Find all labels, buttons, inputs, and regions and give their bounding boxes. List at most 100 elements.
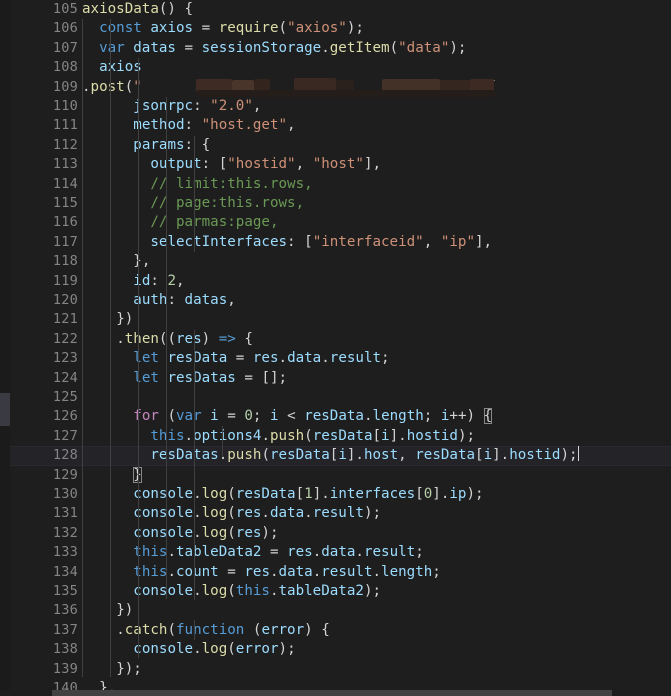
- line-number: 132: [52, 524, 78, 541]
- code-line-text[interactable]: console.log(error);: [82, 640, 295, 659]
- line-number: 124: [52, 369, 78, 386]
- code-line[interactable]: 109 .post(" ", {: [0, 78, 671, 97]
- code-line-text[interactable]: selectInterfaces: ["interfaceid", "ip"],: [82, 233, 492, 252]
- line-number: 116: [52, 214, 78, 231]
- code-line-text[interactable]: console.log(this.tableData2);: [82, 582, 381, 601]
- code-line-text[interactable]: console.log(res);: [82, 524, 278, 543]
- code-line-text[interactable]: id: 2,: [82, 272, 184, 291]
- code-line[interactable]: 117 selectInterfaces: ["interfaceid", "i…: [0, 233, 671, 252]
- line-number: 118: [52, 253, 78, 270]
- code-line-text[interactable]: this.options4.push(resData[i].hostid);: [82, 427, 475, 446]
- code-line-text[interactable]: }): [82, 310, 133, 329]
- code-line-text[interactable]: // page:this.rows,: [82, 194, 304, 213]
- line-number: 137: [52, 621, 78, 638]
- code-line[interactable]: 121 }): [0, 310, 671, 329]
- code-line[interactable]: 120 auth: datas,: [0, 291, 671, 310]
- line-number: 119: [52, 272, 78, 289]
- code-line[interactable]: 125: [0, 388, 671, 407]
- code-line[interactable]: 139 });: [0, 660, 671, 679]
- code-line[interactable]: 111 method: "host.get",: [0, 116, 671, 135]
- code-line-text[interactable]: for (var i = 0; i < resData.length; i++)…: [82, 407, 493, 426]
- code-line[interactable]: 134 this.count = res.data.result.length;: [0, 563, 671, 582]
- code-line[interactable]: 119 id: 2,: [0, 272, 671, 291]
- code-line[interactable]: 122 .then((res) => {: [0, 330, 671, 349]
- code-editor[interactable]: 105 axiosData() {106 const axios = requir…: [0, 0, 671, 696]
- code-line-text[interactable]: resDatas.push(resData[i].host, resData[i…: [82, 446, 579, 465]
- code-line[interactable]: 133 this.tableData2 = res.data.result;: [0, 543, 671, 562]
- code-line-text[interactable]: .then((res) => {: [82, 330, 253, 349]
- line-number: 133: [52, 544, 78, 561]
- line-number: 114: [52, 175, 78, 192]
- line-number: 107: [52, 39, 78, 56]
- code-line[interactable]: 129 }: [0, 466, 671, 485]
- code-line[interactable]: 112 params: {: [0, 136, 671, 155]
- code-line[interactable]: 127 this.options4.push(resData[i].hostid…: [0, 427, 671, 446]
- code-line[interactable]: 110 jsonrpc: "2.0",: [0, 97, 671, 116]
- line-number: 108: [52, 59, 78, 76]
- code-line-text[interactable]: const axios = require("axios");: [82, 19, 364, 38]
- code-line-text[interactable]: jsonrpc: "2.0",: [82, 97, 261, 116]
- code-line[interactable]: 130 console.log(resData[1].interfaces[0]…: [0, 485, 671, 504]
- line-number: 122: [52, 330, 78, 347]
- code-line-text[interactable]: console.log(resData[1].interfaces[0].ip)…: [82, 485, 483, 504]
- code-line-text[interactable]: });: [82, 660, 142, 679]
- line-number: 129: [52, 466, 78, 483]
- code-line-text[interactable]: // limit:this.rows,: [82, 175, 312, 194]
- code-line[interactable]: 124 let resDatas = [];: [0, 369, 671, 388]
- line-number: 128: [52, 447, 78, 464]
- code-line[interactable]: 105 axiosData() {: [0, 0, 671, 19]
- code-line[interactable]: 115 // page:this.rows,: [0, 194, 671, 213]
- code-line-text[interactable]: }): [82, 601, 133, 620]
- code-line-text[interactable]: axios: [82, 58, 142, 77]
- code-line-text[interactable]: this.count = res.data.result.length;: [82, 563, 441, 582]
- code-line-text[interactable]: console.log(res.data.result);: [82, 504, 381, 523]
- code-line[interactable]: 136 }): [0, 601, 671, 620]
- line-number: 135: [52, 583, 78, 599]
- vertical-scrollbar-thumb[interactable]: [0, 393, 10, 426]
- code-line[interactable]: 107 var datas = sessionStorage.getItem("…: [0, 39, 671, 58]
- line-number: 136: [52, 602, 78, 619]
- code-line-text[interactable]: output: ["hostid", "host"],: [82, 155, 381, 174]
- code-line-text[interactable]: .catch(function (error) {: [82, 621, 330, 640]
- code-line-text[interactable]: auth: datas,: [82, 291, 236, 310]
- code-line[interactable]: 131 console.log(res.data.result);: [0, 504, 671, 523]
- code-line[interactable]: 137 .catch(function (error) {: [0, 621, 671, 640]
- code-line-text[interactable]: var datas = sessionStorage.getItem("data…: [82, 39, 466, 58]
- code-line[interactable]: 135 console.log(this.tableData2);: [0, 582, 671, 601]
- code-line-text[interactable]: // parmas:page,: [82, 213, 278, 232]
- line-number: 112: [52, 136, 78, 153]
- vertical-scrollbar-track[interactable]: [0, 0, 10, 696]
- code-line-text[interactable]: }: [82, 466, 142, 485]
- code-line[interactable]: 118 },: [0, 252, 671, 271]
- code-line[interactable]: 126 for (var i = 0; i < resData.length; …: [0, 407, 671, 426]
- horizontal-scrollbar-thumb[interactable]: [52, 690, 612, 696]
- line-number: 123: [52, 350, 78, 367]
- code-line[interactable]: 138 console.log(error);: [0, 640, 671, 659]
- code-line-text[interactable]: params: {: [82, 136, 210, 155]
- code-line[interactable]: 106 const axios = require("axios");: [0, 19, 671, 38]
- code-line[interactable]: 116 // parmas:page,: [0, 213, 671, 232]
- code-line-text[interactable]: },: [82, 252, 150, 271]
- line-number: 121: [52, 311, 78, 328]
- code-line[interactable]: 123 let resData = res.data.result;: [0, 349, 671, 368]
- code-line[interactable]: 114 // limit:this.rows,: [0, 175, 671, 194]
- line-number: 110: [52, 98, 78, 114]
- line-number: 117: [52, 233, 78, 250]
- code-line[interactable]: 132 console.log(res);: [0, 524, 671, 543]
- line-number: 131: [52, 505, 78, 522]
- code-line-text[interactable]: let resData = res.data.result;: [82, 349, 389, 368]
- code-line[interactable]: 113 output: ["hostid", "host"],: [0, 155, 671, 174]
- line-number: 109: [52, 78, 78, 95]
- code-line-text[interactable]: .post(" ", {: [82, 78, 496, 97]
- text-cursor: [577, 446, 579, 462]
- code-line[interactable]: 128 resDatas.push(resData[i].host, resDa…: [0, 446, 671, 466]
- code-line-text[interactable]: axiosData() {: [82, 0, 193, 19]
- line-number: 127: [52, 427, 78, 444]
- line-number: 134: [52, 563, 78, 580]
- line-number: 105: [52, 1, 78, 17]
- code-line-text[interactable]: method: "host.get",: [82, 116, 295, 135]
- code-line-text[interactable]: let resDatas = [];: [82, 369, 287, 388]
- line-number: 139: [52, 660, 78, 677]
- code-line-text[interactable]: this.tableData2 = res.data.result;: [82, 543, 423, 562]
- code-line[interactable]: 108 axios: [0, 58, 671, 77]
